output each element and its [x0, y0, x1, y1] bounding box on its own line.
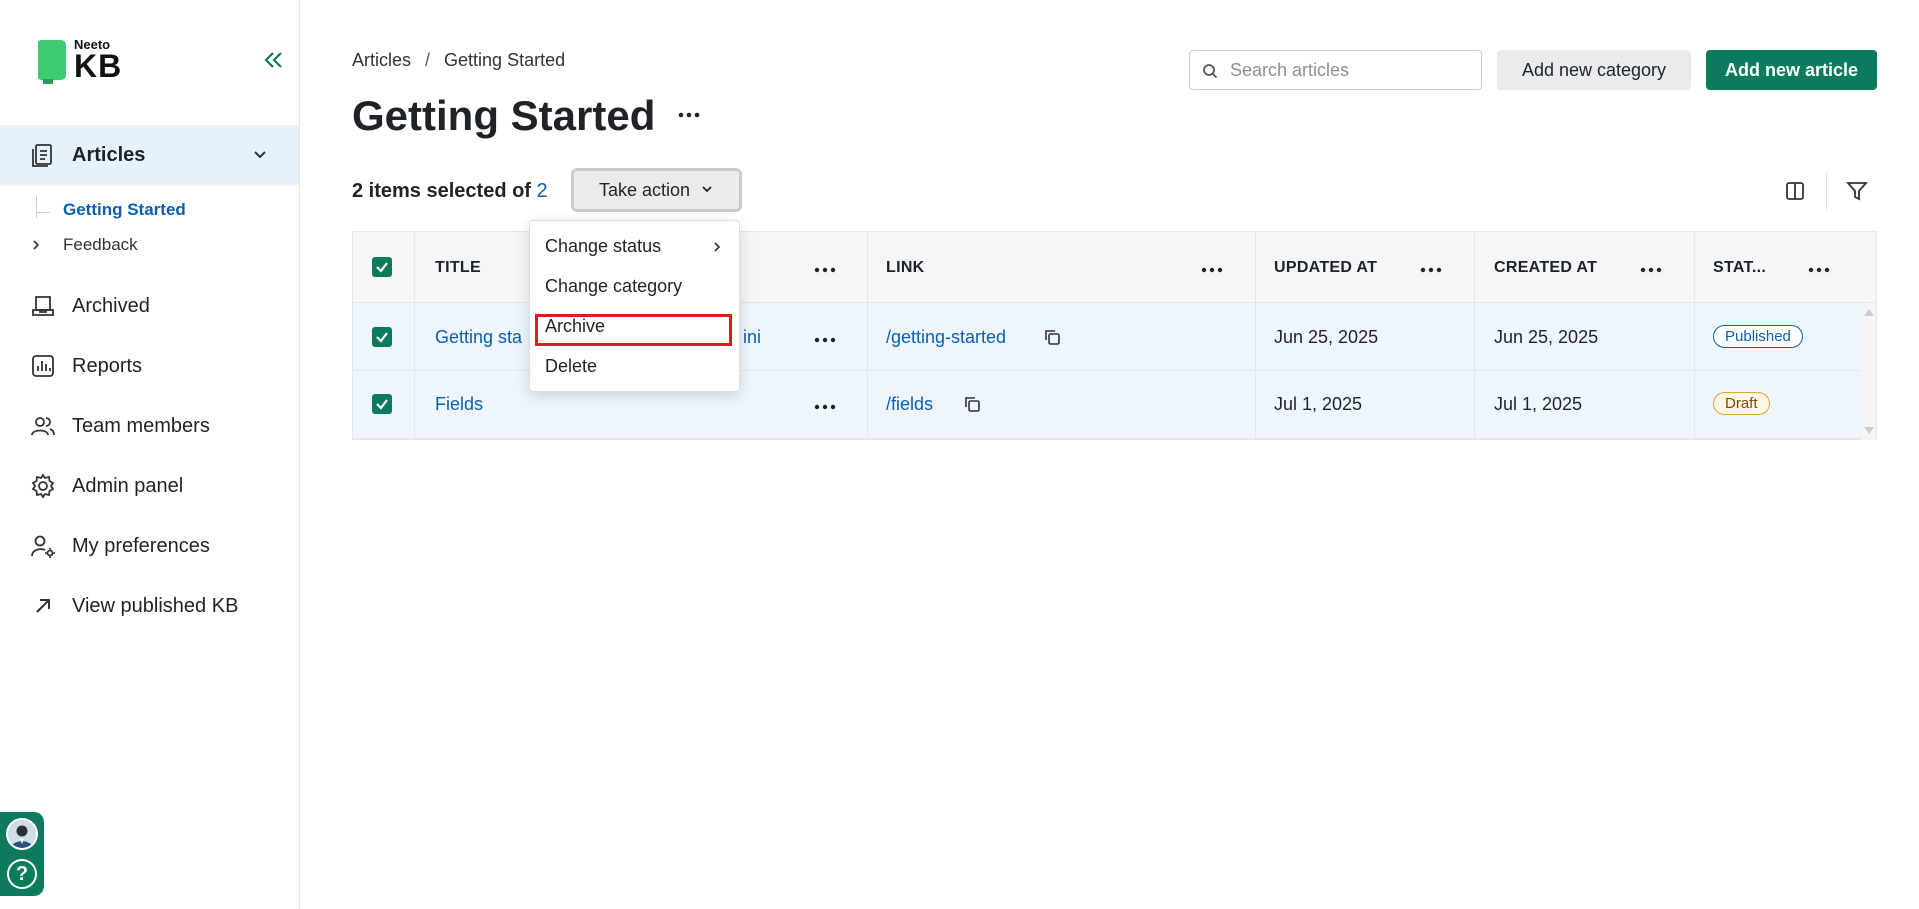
menu-item-change-category[interactable]: Change category: [545, 276, 682, 297]
team-icon: [30, 413, 56, 439]
column-header-updated-at[interactable]: UPDATED AT: [1274, 259, 1377, 277]
user-help-panel: ?: [0, 812, 44, 896]
gear-icon: [30, 473, 56, 499]
copy-icon[interactable]: [963, 395, 981, 413]
external-link-icon: [30, 593, 56, 619]
more-options-icon[interactable]: [676, 106, 702, 124]
toolbar-divider: [1826, 172, 1827, 210]
chevron-down-icon: [700, 180, 714, 201]
breadcrumb-articles[interactable]: Articles: [352, 50, 411, 70]
sidebar-item-label: View published KB: [72, 594, 239, 617]
tree-line-branch: [36, 212, 50, 213]
archive-icon: [30, 293, 56, 319]
status-badge: Published: [1713, 325, 1803, 348]
sidebar-subitem-getting-started[interactable]: Getting Started: [63, 200, 186, 220]
reports-icon: [30, 353, 56, 379]
row-checkbox[interactable]: [372, 394, 392, 414]
column-header-status[interactable]: STAT...: [1713, 259, 1766, 277]
column-header-created-at[interactable]: CREATED AT: [1494, 259, 1597, 277]
add-new-category-button[interactable]: Add new category: [1497, 50, 1691, 90]
sidebar-item-label: Admin panel: [72, 474, 184, 497]
selection-summary: 2 items selected of 2: [352, 180, 548, 203]
breadcrumb-separator: /: [425, 50, 431, 70]
updated-at: Jul 1, 2025: [1274, 394, 1363, 414]
sidebar: Neeto KB Articles Getting Started Feedba…: [0, 0, 300, 909]
select-all-checkbox[interactable]: [372, 257, 392, 277]
article-link[interactable]: /fields: [886, 394, 933, 415]
scroll-down-arrow-icon[interactable]: [1864, 427, 1874, 434]
scroll-up-arrow-icon[interactable]: [1864, 309, 1874, 316]
neeto-kb-logo[interactable]: Neeto KB: [38, 38, 122, 84]
menu-item-delete[interactable]: Delete: [545, 356, 597, 377]
selection-total: 2: [536, 180, 548, 202]
user-settings-icon: [30, 533, 56, 559]
take-action-button[interactable]: Take action: [571, 168, 742, 212]
column-menu-icon[interactable]: [1808, 262, 1830, 273]
row-menu-icon[interactable]: [814, 399, 836, 410]
chevron-right-icon: [710, 240, 724, 259]
take-action-menu: Change status Change category Archive De…: [529, 220, 740, 392]
sidebar-item-label: Articles: [72, 143, 146, 166]
articles-icon: [30, 142, 56, 168]
search-input[interactable]: [1230, 59, 1470, 81]
sidebar-item-admin-panel[interactable]: Admin panel: [0, 462, 299, 510]
article-title-link[interactable]: Fields: [435, 394, 483, 415]
column-menu-icon[interactable]: [1640, 262, 1662, 273]
article-title-link[interactable]: Getting sta: [435, 327, 522, 348]
sidebar-item-reports[interactable]: Reports: [0, 342, 299, 390]
chevron-down-icon[interactable]: [250, 145, 270, 170]
sidebar-item-label: Reports: [72, 354, 143, 377]
book-logo-icon: [38, 40, 66, 84]
column-divider: [1694, 232, 1695, 439]
row-menu-icon[interactable]: [814, 332, 836, 343]
breadcrumb-current[interactable]: Getting Started: [444, 50, 565, 70]
article-title-link-tail[interactable]: ini: [743, 327, 761, 348]
column-divider: [1255, 232, 1256, 439]
sidebar-item-archived[interactable]: Archived: [0, 282, 299, 330]
menu-item-archive[interactable]: Archive: [545, 316, 605, 337]
collapse-sidebar-icon[interactable]: [262, 48, 286, 72]
column-divider: [1474, 232, 1475, 439]
created-at: Jun 25, 2025: [1494, 327, 1599, 347]
sidebar-item-view-published-kb[interactable]: View published KB: [0, 582, 299, 630]
avatar[interactable]: [6, 818, 38, 850]
row-checkbox[interactable]: [372, 327, 392, 347]
sidebar-item-label: Team members: [72, 414, 210, 437]
filter-icon[interactable]: [1845, 179, 1869, 203]
page-title: Getting Started: [352, 92, 656, 139]
column-menu-icon[interactable]: [1201, 262, 1223, 273]
take-action-label: Take action: [598, 179, 691, 200]
selection-summary-text: 2 items selected of: [352, 180, 531, 202]
column-layout-icon[interactable]: [1783, 179, 1807, 203]
status-badge: Draft: [1713, 392, 1770, 415]
add-new-article-button[interactable]: Add new article: [1706, 50, 1877, 90]
search-icon: [1202, 63, 1218, 84]
table-scrollbar[interactable]: [1861, 303, 1876, 440]
sidebar-item-articles[interactable]: Articles: [0, 125, 299, 185]
sidebar-item-my-preferences[interactable]: My preferences: [0, 522, 299, 570]
sidebar-item-label: My preferences: [72, 534, 210, 557]
search-input-wrapper: [1189, 50, 1482, 90]
menu-item-change-status[interactable]: Change status: [545, 236, 661, 257]
logo-big-text: KB: [74, 48, 123, 84]
created-at: Jul 1, 2025: [1494, 394, 1583, 414]
column-menu-icon[interactable]: [1420, 262, 1442, 273]
logo-text: Neeto KB: [74, 38, 122, 82]
sidebar-subitem-feedback[interactable]: Feedback: [63, 235, 138, 255]
sidebar-item-label: Archived: [72, 294, 150, 317]
sidebar-item-team-members[interactable]: Team members: [0, 402, 299, 450]
column-divider: [414, 232, 415, 439]
copy-icon[interactable]: [1043, 328, 1061, 346]
article-link[interactable]: /getting-started: [886, 327, 1006, 348]
tree-line: [36, 196, 37, 218]
column-header-title[interactable]: TITLE: [435, 259, 481, 277]
help-icon[interactable]: ?: [7, 859, 37, 889]
breadcrumb: Articles / Getting Started: [352, 50, 565, 71]
chevron-right-icon[interactable]: [29, 238, 43, 257]
column-menu-icon[interactable]: [814, 262, 836, 273]
column-divider: [867, 232, 868, 439]
updated-at: Jun 25, 2025: [1274, 327, 1379, 347]
column-header-link[interactable]: LINK: [886, 259, 925, 277]
